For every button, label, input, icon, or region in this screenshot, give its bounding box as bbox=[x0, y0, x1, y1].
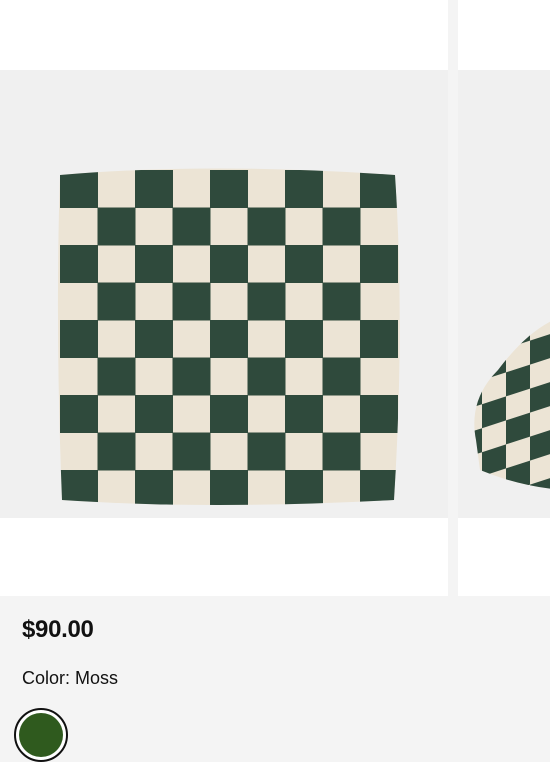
pillow-check-square bbox=[285, 245, 323, 283]
pillow-check-square bbox=[135, 470, 173, 505]
pillow-check-square bbox=[172, 357, 211, 396]
color-value: Moss bbox=[75, 668, 119, 688]
pillow-check-square bbox=[285, 170, 323, 208]
pillow-check-square bbox=[322, 282, 361, 321]
pillow-check-square bbox=[360, 245, 398, 283]
pillow-check-square bbox=[97, 357, 136, 396]
color-swatch-moss[interactable] bbox=[14, 708, 68, 762]
pillow-check-square bbox=[60, 320, 98, 358]
checkered-pillow-image bbox=[57, 168, 400, 505]
pillow-check-square bbox=[285, 470, 323, 505]
pillow-check-square bbox=[60, 470, 98, 505]
color-label: Color: bbox=[22, 668, 71, 688]
pillow-check-square bbox=[360, 470, 398, 505]
product-image-slide[interactable] bbox=[0, 0, 448, 596]
pillow-check-square bbox=[135, 245, 173, 283]
pillow-check-square bbox=[60, 245, 98, 283]
pillow-check-square bbox=[285, 395, 323, 433]
next-product-image-slide[interactable] bbox=[458, 0, 550, 596]
pillow-check-square bbox=[172, 207, 211, 246]
pillow-check-square bbox=[360, 170, 398, 208]
pillow-check-square bbox=[322, 207, 361, 246]
product-price: $90.00 bbox=[22, 616, 94, 643]
pillow-check-square bbox=[322, 432, 361, 471]
pillow-check-square bbox=[97, 207, 136, 246]
pillow-check-square bbox=[210, 395, 248, 433]
side-pillow-check-square bbox=[474, 332, 482, 364]
pillow-check-square bbox=[210, 170, 248, 208]
pillow-check-square bbox=[210, 245, 248, 283]
pillow-check-square bbox=[135, 395, 173, 433]
pillow-side-view-image bbox=[474, 310, 550, 518]
side-pillow-check-square bbox=[482, 492, 506, 518]
pillow-check-square bbox=[172, 432, 211, 471]
swatch-fill bbox=[19, 713, 63, 757]
pillow-check-square bbox=[135, 320, 173, 358]
pillow-check-square bbox=[247, 432, 286, 471]
pillow-check-square bbox=[285, 320, 323, 358]
side-pillow-check-square bbox=[474, 476, 482, 491]
pillow-check-square bbox=[360, 320, 398, 358]
pillow-check-square bbox=[172, 282, 211, 321]
pillow-check-square bbox=[60, 170, 98, 208]
pillow-check-square bbox=[210, 470, 248, 505]
pillow-check-square bbox=[360, 395, 398, 433]
pillow-check-square bbox=[247, 282, 286, 321]
color-selection-label: Color: Moss bbox=[22, 668, 118, 689]
pillow-check-square bbox=[60, 395, 98, 433]
product-image-carousel[interactable] bbox=[0, 0, 550, 596]
pillow-check-square bbox=[322, 357, 361, 396]
pillow-check-square bbox=[210, 320, 248, 358]
pillow-check-square bbox=[97, 282, 136, 321]
pillow-check-square bbox=[135, 170, 173, 208]
pillow-check-square bbox=[247, 357, 286, 396]
pillow-check-square bbox=[97, 432, 136, 471]
side-pillow-check-square bbox=[506, 509, 530, 518]
pillow-check-square bbox=[247, 207, 286, 246]
